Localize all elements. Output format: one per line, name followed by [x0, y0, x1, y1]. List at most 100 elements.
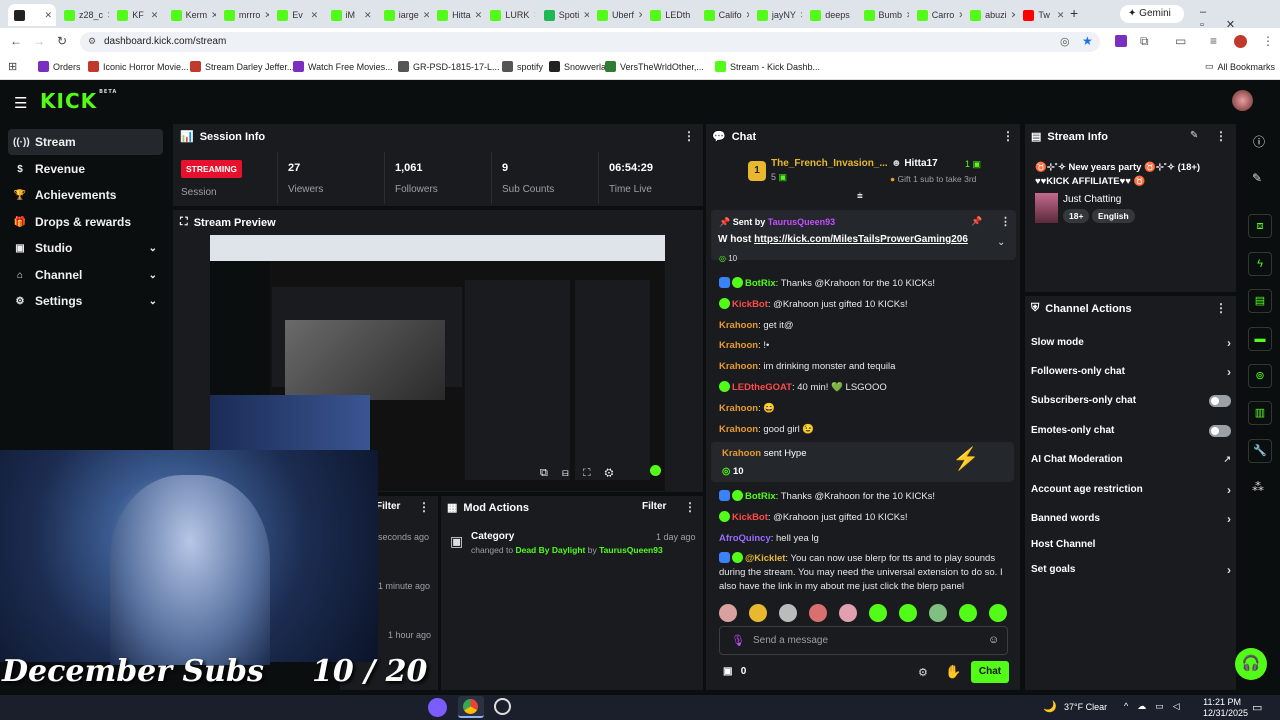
- chat-menu-icon[interactable]: ⋮: [1002, 129, 1014, 143]
- bookmark-item[interactable]: Orders: [38, 61, 81, 72]
- broadcast-icon[interactable]: ⊚: [1248, 364, 1272, 388]
- emote-icon[interactable]: [959, 604, 977, 622]
- channel-action-host-channel[interactable]: Host Channel: [1031, 537, 1231, 552]
- emote-icon[interactable]: [719, 604, 737, 622]
- activity-filter-button[interactable]: Filter: [376, 501, 400, 512]
- bookmark-item[interactable]: Iconic Horror Movie...: [88, 61, 189, 72]
- chat-username[interactable]: Krahoon: [719, 361, 758, 372]
- browser-tab[interactable]: Uberf ✕: [591, 4, 642, 26]
- profile-avatar[interactable]: [1234, 35, 1247, 48]
- stream-info-menu-icon[interactable]: ⋮: [1215, 129, 1227, 143]
- kick-logo[interactable]: KICK BETA: [40, 89, 117, 113]
- info-icon[interactable]: ⓘ: [1253, 133, 1265, 150]
- apps-icon[interactable]: ⁂: [1252, 480, 1264, 494]
- category-name[interactable]: Just Chatting: [1063, 194, 1121, 205]
- tag-chip[interactable]: English: [1092, 209, 1135, 223]
- browser-tab[interactable]: iarge ✕: [378, 4, 429, 26]
- channel-points[interactable]: ▣ 0: [723, 666, 746, 677]
- chat-bubble-icon[interactable]: ▬: [1248, 327, 1272, 351]
- tab-close-icon[interactable]: ✕: [694, 10, 695, 21]
- hamburger-menu-icon[interactable]: ☰: [14, 94, 27, 112]
- browser-tab[interactable]: Hitta ✕: [431, 4, 482, 26]
- tab-close-icon[interactable]: ✕: [44, 10, 56, 21]
- notes-icon[interactable]: ▤: [1248, 289, 1272, 313]
- tab-close-icon[interactable]: ✕: [264, 10, 269, 21]
- browser-tab[interactable]: z28_c✕: [58, 4, 109, 26]
- mod-menu-icon[interactable]: ⋮: [684, 500, 696, 514]
- user-avatar[interactable]: [1232, 90, 1253, 111]
- mod-filter-button[interactable]: Filter: [642, 501, 666, 512]
- unpin-icon[interactable]: 📌: [971, 216, 982, 227]
- channel-action-account-age-restriction[interactable]: Account age restriction ›: [1031, 482, 1231, 497]
- tab-close-icon[interactable]: ✕: [906, 10, 908, 21]
- sidebar-item-studio[interactable]: ▣ Studio ⌄: [8, 235, 163, 261]
- tab-close-icon[interactable]: ✕: [311, 10, 323, 21]
- emote-icon[interactable]: [809, 604, 827, 622]
- eye-off-icon[interactable]: ◎: [1060, 35, 1070, 48]
- chrome-taskbar-button[interactable]: [458, 696, 484, 718]
- notification-icon[interactable]: ▭: [1252, 701, 1262, 714]
- browser-tab[interactable]: LEDth✕: [644, 4, 695, 26]
- emote-icon[interactable]: [779, 604, 797, 622]
- channel-actions-menu-icon[interactable]: ⋮: [1215, 301, 1227, 315]
- browser-tab[interactable]: Tw ✕: [1017, 4, 1068, 26]
- pencil-icon[interactable]: ✎: [1252, 171, 1262, 185]
- tab-close-icon[interactable]: ✕: [1011, 10, 1015, 21]
- chat-username[interactable]: Krahoon: [719, 320, 758, 331]
- tab-close-icon[interactable]: ✕: [1057, 10, 1069, 21]
- chat-username[interactable]: BotRix: [745, 278, 776, 289]
- browser-tab[interactable]: Bumb✕: [858, 4, 909, 26]
- edit-icon[interactable]: ✎: [1190, 130, 1198, 141]
- sidebar-item-channel[interactable]: ⌂ Channel ⌄: [8, 262, 163, 288]
- tag-chip[interactable]: 18+: [1063, 209, 1090, 223]
- tab-close-icon[interactable]: ✕: [533, 10, 535, 21]
- tab-close-icon[interactable]: ✕: [107, 10, 109, 21]
- chat-username[interactable]: Krahoon: [719, 403, 758, 414]
- tab-close-icon[interactable]: ✕: [746, 10, 749, 21]
- clock[interactable]: 11:21 PM 12/31/2025: [1203, 697, 1248, 719]
- tab-close-icon[interactable]: ✕: [800, 10, 802, 21]
- tab-close-icon[interactable]: ✕: [583, 10, 588, 21]
- chat-username[interactable]: LEDtheGOAT: [732, 382, 792, 393]
- emote-icon[interactable]: [929, 604, 947, 622]
- activity-menu-icon[interactable]: ⋮: [418, 500, 430, 514]
- obs-icon[interactable]: [494, 698, 511, 715]
- back-icon[interactable]: ←: [10, 34, 22, 48]
- emote-icon[interactable]: [989, 604, 1007, 622]
- tray-icons[interactable]: ^☁▭◁: [1124, 701, 1189, 712]
- emote-icon[interactable]: [899, 604, 917, 622]
- sidebar-item-stream[interactable]: ((·)) Stream: [8, 129, 163, 155]
- channel-action-set-goals[interactable]: Set goals ›: [1031, 562, 1231, 577]
- chat-username[interactable]: Krahoon: [719, 424, 758, 435]
- chat-username[interactable]: KickBot: [732, 299, 768, 310]
- bookmark-item[interactable]: Stream Darley Jeffer...: [190, 61, 294, 72]
- tab-close-icon[interactable]: ✕: [854, 10, 855, 21]
- tab-close-icon[interactable]: ✕: [958, 10, 961, 21]
- sidebar-item-achievements[interactable]: 🏆 Achievements: [8, 182, 163, 208]
- chat-username[interactable]: Krahoon: [719, 340, 758, 351]
- bookmark-item[interactable]: Snowverlay: [549, 61, 611, 72]
- lightning-icon[interactable]: ϟ: [1248, 252, 1272, 276]
- browser-tab[interactable]: Kerm ✕: [165, 4, 216, 26]
- reload-icon[interactable]: ↻: [57, 34, 67, 48]
- category-thumbnail[interactable]: [1035, 193, 1058, 223]
- gifter-name[interactable]: ☻ Hitta17: [891, 158, 938, 169]
- browser-tab[interactable]: ✕: [8, 4, 56, 26]
- chat-input[interactable]: 🎙 Send a message ☺: [719, 626, 1008, 655]
- emote-icon[interactable]: [869, 604, 887, 622]
- tab-close-icon[interactable]: ✕: [423, 10, 429, 21]
- expand-chevron-icon[interactable]: ⌄: [997, 237, 1005, 248]
- all-bookmarks[interactable]: ▭ All Bookmarks: [1205, 61, 1275, 72]
- menu-icon[interactable]: ⋮: [1262, 34, 1274, 48]
- tab-close-icon[interactable]: ✕: [638, 10, 642, 21]
- reading-list-icon[interactable]: ≡: [1210, 34, 1217, 48]
- browser-tab[interactable]: abuzi ✕: [964, 4, 1015, 26]
- forward-icon[interactable]: →: [33, 34, 45, 48]
- clip-icon[interactable]: ⧈: [1248, 214, 1272, 238]
- tab-close-icon[interactable]: ✕: [475, 10, 482, 21]
- gemini-button[interactable]: ✦ Gemini: [1120, 5, 1184, 23]
- channel-action-followers-only-chat[interactable]: Followers-only chat ›: [1031, 364, 1231, 379]
- bookmark-item[interactable]: spotify: [502, 61, 543, 72]
- sidebar-item-revenue[interactable]: $ Revenue: [8, 156, 163, 182]
- tab-close-icon[interactable]: ✕: [151, 10, 163, 21]
